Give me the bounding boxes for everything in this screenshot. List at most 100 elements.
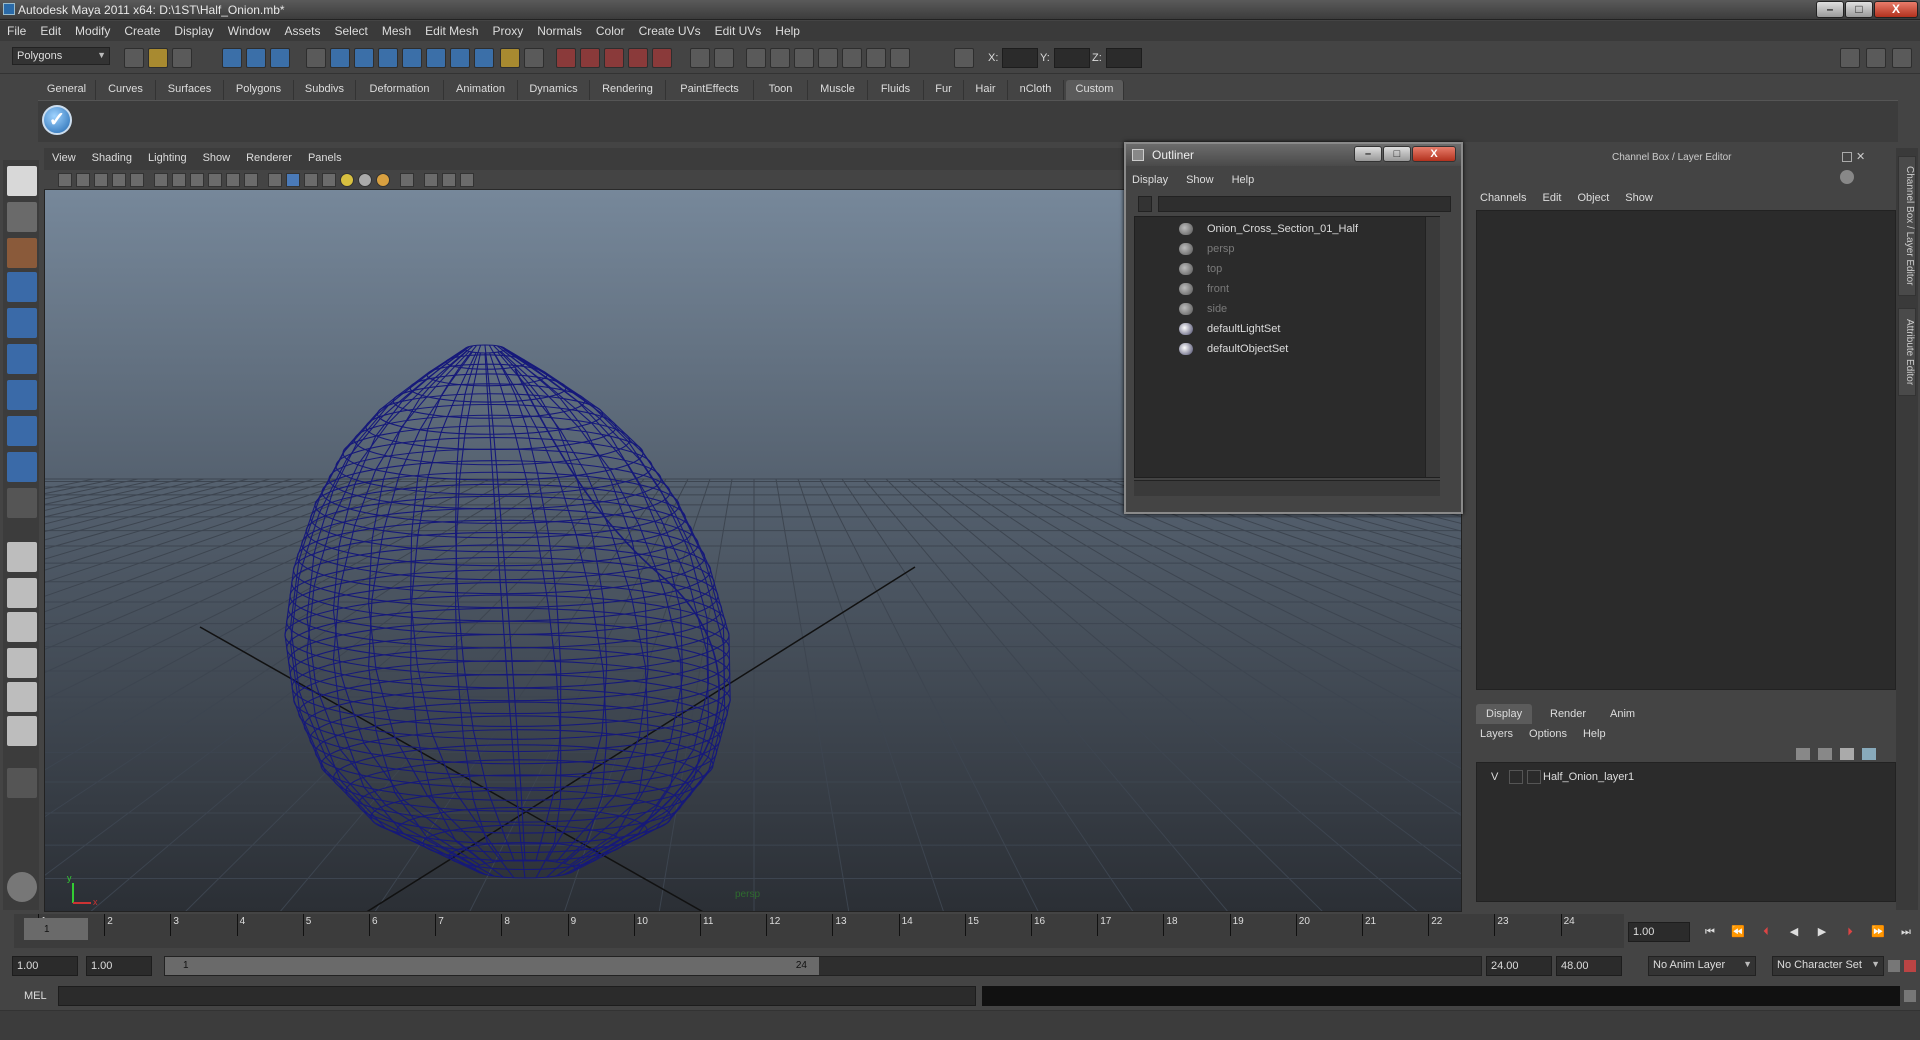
relative-transform-icon[interactable]: [714, 48, 734, 68]
shelf-tab-rendering[interactable]: Rendering: [590, 80, 666, 100]
shelf-tab-ncloth[interactable]: nCloth: [1008, 80, 1064, 100]
shadows-icon[interactable]: [376, 173, 390, 187]
go-to-start-icon[interactable]: ⏮: [1702, 925, 1718, 939]
soft-modification-tool-icon[interactable]: [7, 416, 37, 446]
shelf-tab-hair[interactable]: Hair: [964, 80, 1008, 100]
playback-end-field[interactable]: 24.00: [1486, 956, 1552, 976]
time-slider[interactable]: 123456789101112131415161718192021222324 …: [14, 914, 1624, 948]
mode-selector[interactable]: Polygons ▼: [12, 47, 110, 65]
move-selected-up-icon[interactable]: [1840, 748, 1854, 760]
script-editor-icon[interactable]: [890, 48, 910, 68]
show-tool-settings-icon[interactable]: [770, 48, 790, 68]
menu-create[interactable]: Create: [117, 21, 167, 38]
menu-create-uvs[interactable]: Create UVs: [632, 21, 708, 38]
select-handles-icon[interactable]: [306, 48, 326, 68]
menu-modify[interactable]: Modify: [68, 21, 117, 38]
two-d-pan-icon[interactable]: [130, 173, 144, 187]
move-selected-down-icon[interactable]: [1862, 748, 1876, 760]
viewport-menu-panels[interactable]: Panels: [300, 148, 350, 164]
select-camera-icon[interactable]: [58, 173, 72, 187]
shelf-tab-polygons[interactable]: Polygons: [224, 80, 294, 100]
outliner-maximize-button[interactable]: □: [1383, 146, 1411, 162]
make-live-icon[interactable]: [426, 48, 446, 68]
snap-curve-icon[interactable]: [354, 48, 374, 68]
open-scene-icon[interactable]: [148, 48, 168, 68]
camera-attributes-icon[interactable]: [76, 173, 90, 187]
menu-assets[interactable]: Assets: [277, 21, 327, 38]
render-settings-icon[interactable]: [604, 48, 624, 68]
side-tab-channel-box[interactable]: Channel Box / Layer Editor: [1898, 156, 1916, 296]
toggle-panel-layout-icon[interactable]: [1840, 48, 1860, 68]
bookmark-icon[interactable]: [94, 173, 108, 187]
play-backwards-icon[interactable]: ◀: [1786, 925, 1802, 939]
shelf-tab-fur[interactable]: Fur: [924, 80, 964, 100]
close-button[interactable]: X: [1874, 1, 1918, 18]
menu-mesh[interactable]: Mesh: [375, 21, 418, 38]
channel-box-menu-object[interactable]: Object: [1577, 192, 1609, 204]
shelf-tab-dynamics[interactable]: Dynamics: [518, 80, 590, 100]
wireframe-on-shaded-icon[interactable]: [304, 173, 318, 187]
toggle-channel-box-icon[interactable]: [1892, 48, 1912, 68]
help-question-icon[interactable]: [474, 48, 494, 68]
scale-tool-icon[interactable]: [7, 344, 37, 374]
step-forward-key-icon[interactable]: ⏩: [1870, 925, 1886, 939]
start-time-field[interactable]: 1.00: [12, 956, 78, 976]
layer-color-swatch[interactable]: [1527, 770, 1541, 784]
shelf-tab-animation[interactable]: Animation: [444, 80, 518, 100]
outliner-title-bar[interactable]: Outliner – □ X: [1126, 144, 1461, 166]
outliner-vertical-scrollbar[interactable]: [1425, 217, 1440, 477]
last-tool-icon[interactable]: [7, 488, 37, 518]
anim-layer-selector[interactable]: No Anim Layer ▼: [1648, 956, 1756, 976]
current-time-field[interactable]: 1.00: [1628, 922, 1690, 942]
menu-window[interactable]: Window: [221, 21, 278, 38]
hypergraph-icon[interactable]: [866, 48, 886, 68]
show-manipulator-tool-icon[interactable]: [7, 452, 37, 482]
select-tool-icon[interactable]: [7, 166, 37, 196]
xray-joints-icon[interactable]: [442, 173, 456, 187]
layer-tab-anim[interactable]: Anim: [1600, 704, 1645, 724]
backface-culling-icon[interactable]: [460, 173, 474, 187]
menu-file[interactable]: File: [0, 21, 33, 38]
outliner-minimize-button[interactable]: –: [1354, 146, 1382, 162]
snap-point-icon[interactable]: [378, 48, 398, 68]
viewport-menu-lighting[interactable]: Lighting: [140, 148, 195, 164]
ipr-render-icon[interactable]: [580, 48, 600, 68]
channel-box-menu-channels[interactable]: Channels: [1480, 192, 1526, 204]
range-slider-handle[interactable]: 1 24: [165, 957, 819, 975]
graph-editor-icon[interactable]: [842, 48, 862, 68]
menu-edit-mesh[interactable]: Edit Mesh: [418, 21, 485, 38]
expand-layouts-icon[interactable]: [7, 768, 37, 798]
step-back-frame-icon[interactable]: ⏴: [1758, 925, 1774, 939]
hypershade-layout-icon[interactable]: [7, 682, 37, 712]
textured-icon[interactable]: [322, 173, 336, 187]
outliner-filter-input[interactable]: [1158, 196, 1451, 212]
animation-preferences-icon[interactable]: [1904, 960, 1916, 972]
new-layer-empty-icon[interactable]: [1796, 748, 1810, 760]
shelf-tab-subdivs[interactable]: Subdivs: [294, 80, 356, 100]
menu-help[interactable]: Help: [768, 21, 807, 38]
minimize-button[interactable]: –: [1816, 1, 1844, 18]
y-field[interactable]: [1054, 48, 1090, 68]
channel-box-area[interactable]: [1476, 210, 1896, 690]
layer-row[interactable]: V Half_Onion_layer1: [1481, 769, 1891, 787]
single-perspective-layout-icon[interactable]: [7, 542, 37, 572]
use-all-lights-icon[interactable]: [358, 173, 372, 187]
shelf-tab-custom[interactable]: Custom: [1066, 80, 1124, 100]
filter-icon[interactable]: [1138, 196, 1152, 212]
step-forward-frame-icon[interactable]: ⏵: [1842, 925, 1858, 939]
gate-mask-icon[interactable]: [208, 173, 222, 187]
lasso-tool-icon[interactable]: [7, 202, 37, 232]
select-component-icon[interactable]: [270, 48, 290, 68]
channel-box-menu-edit[interactable]: Edit: [1542, 192, 1561, 204]
playback-start-field[interactable]: 1.00: [86, 956, 152, 976]
menu-edit-uvs[interactable]: Edit UVs: [708, 21, 769, 38]
lock-icon[interactable]: [500, 48, 520, 68]
hypershade-icon[interactable]: [652, 48, 672, 68]
shelf-tab-painteffects[interactable]: PaintEffects: [666, 80, 754, 100]
smooth-shading-icon[interactable]: [286, 173, 300, 187]
snap-grid-icon[interactable]: [330, 48, 350, 68]
render-view-icon[interactable]: [628, 48, 648, 68]
viewport-menu-show[interactable]: Show: [195, 148, 239, 164]
command-input[interactable]: [58, 986, 976, 1006]
tool-settings-icon[interactable]: [7, 872, 37, 902]
